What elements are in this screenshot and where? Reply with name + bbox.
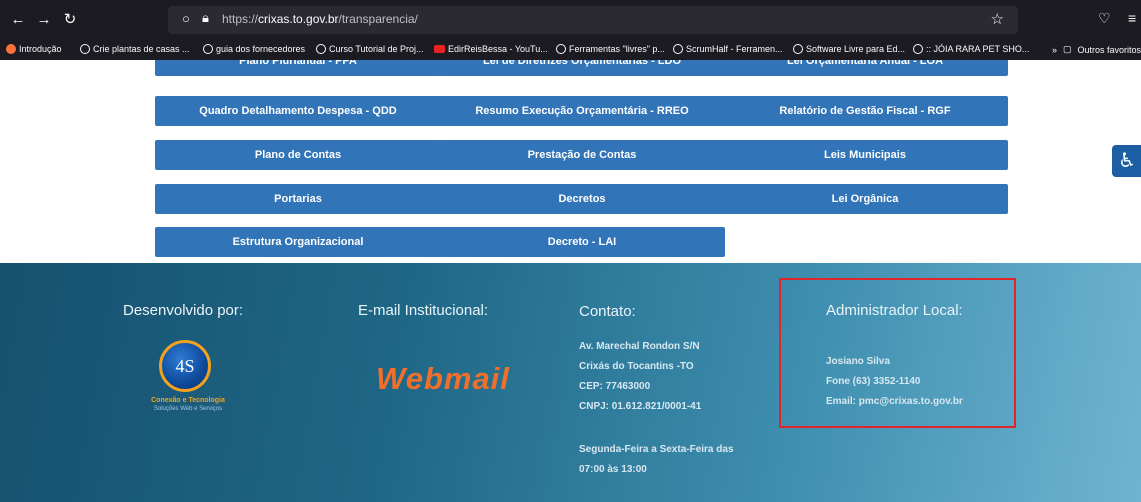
menu-icon[interactable]: ≡ bbox=[1128, 10, 1136, 26]
btn-qdd[interactable]: Quadro Detalhamento Despesa - QDD bbox=[155, 96, 441, 126]
bookmarks-bar: Introdução Crie plantas de casas ... gui… bbox=[0, 40, 1141, 60]
contact-address: Av. Marechal Rondon S/N bbox=[579, 341, 700, 352]
webmail-link[interactable]: Webmail bbox=[376, 361, 510, 397]
chevron-right-icon[interactable]: » bbox=[1052, 45, 1057, 55]
btn-lei-organica[interactable]: Lei Orgânica bbox=[722, 184, 1008, 214]
admin-email[interactable]: Email: pmc@crixas.to.gov.br bbox=[826, 392, 963, 412]
btn-ppa[interactable]: Plano Plurianual - PPA bbox=[155, 60, 441, 76]
youtube-icon bbox=[434, 45, 445, 53]
pocket-icon[interactable]: ♡ bbox=[1098, 10, 1111, 27]
globe-icon bbox=[556, 44, 566, 54]
btn-ldo[interactable]: Lei de Diretrizes Orçamentárias - LDO bbox=[439, 60, 725, 76]
page-content: Plano Plurianual - PPA Lei de Diretrizes… bbox=[0, 60, 1141, 263]
btn-decreto-lai[interactable]: Decreto - LAI bbox=[439, 227, 725, 257]
email-title: E-mail Institucional: bbox=[358, 302, 489, 319]
accessibility-icon[interactable]: ♿︎ bbox=[1112, 145, 1141, 177]
admin-name: Josiano Silva bbox=[826, 356, 890, 367]
lock-icon[interactable]: 🔒︎ bbox=[202, 10, 209, 26]
forward-icon[interactable]: → bbox=[34, 10, 54, 30]
contact-city: Crixás do Tocantins -TO bbox=[579, 361, 694, 372]
bookmark-star-icon[interactable]: ☆ bbox=[991, 10, 1004, 28]
btn-plano-contas[interactable]: Plano de Contas bbox=[155, 140, 441, 170]
bookmark-item[interactable]: Software Livre para Ed... bbox=[793, 44, 905, 54]
4s-logo[interactable]: 4S bbox=[159, 340, 211, 392]
bookmark-item[interactable]: ScrumHalf - Ferramen... bbox=[673, 44, 783, 54]
btn-rgf[interactable]: Relatório de Gestão Fiscal - RGF bbox=[722, 96, 1008, 126]
globe-icon bbox=[673, 44, 683, 54]
globe-icon bbox=[316, 44, 326, 54]
folder-icon: ▢ bbox=[1062, 44, 1072, 54]
dev-title: Desenvolvido por: bbox=[123, 302, 244, 319]
logo-name: Conexão e Tecnologia bbox=[151, 397, 225, 404]
bookmark-item[interactable]: guia dos fornecedores bbox=[203, 44, 305, 54]
back-icon[interactable]: ← bbox=[8, 10, 28, 30]
footer: Desenvolvido por: 4S Conexão e Tecnologi… bbox=[0, 263, 1141, 502]
office-hours: Segunda-Feira a Sexta-Feira das 07:00 às… bbox=[579, 440, 734, 480]
contact-cep: CEP: 77463000 bbox=[579, 381, 651, 392]
btn-rreo[interactable]: Resumo Execução Orçamentária - RREO bbox=[439, 96, 725, 126]
contact-info: Av. Marechal Rondon S/N Crixás do Tocant… bbox=[579, 337, 701, 417]
bookmark-item[interactable]: Introdução bbox=[6, 44, 62, 54]
admin-phone: Fone (63) 3352-1140 bbox=[826, 376, 921, 387]
bookmarks-overflow[interactable]: » ▢ Outros favoritos bbox=[1052, 44, 1141, 55]
bookmark-item[interactable]: Ferramentas "livres" p... bbox=[556, 44, 665, 54]
globe-icon bbox=[203, 44, 213, 54]
contact-title: Contato: bbox=[579, 303, 636, 320]
globe-icon bbox=[913, 44, 923, 54]
firefox-icon bbox=[6, 44, 16, 54]
btn-prestacao-contas[interactable]: Prestação de Contas bbox=[439, 140, 725, 170]
other-bookmarks[interactable]: Outros favoritos bbox=[1077, 45, 1141, 55]
btn-loa[interactable]: Lei Orçamentária Anual - LOA bbox=[722, 60, 1008, 76]
btn-portarias[interactable]: Portarias bbox=[155, 184, 441, 214]
address-bar[interactable]: ○ 🔒︎ https://crixas.to.gov.br/transparen… bbox=[168, 6, 1018, 34]
bookmark-item[interactable]: :: JÓIA RARA PET SHO... bbox=[913, 44, 1029, 54]
contact-cnpj: CNPJ: 01.612.821/0001-41 bbox=[579, 401, 702, 412]
globe-icon bbox=[80, 44, 90, 54]
globe-icon bbox=[793, 44, 803, 54]
btn-decretos[interactable]: Decretos bbox=[439, 184, 725, 214]
bookmark-item[interactable]: EdirReisBessa - YouTu... bbox=[434, 44, 548, 54]
bookmark-item[interactable]: Curso Tutorial de Proj... bbox=[316, 44, 424, 54]
logo-subtitle: Soluções Web e Serviços bbox=[153, 406, 223, 412]
tracking-shield-icon[interactable]: ○ bbox=[182, 11, 190, 26]
admin-title: Administrador Local: bbox=[826, 302, 963, 319]
browser-toolbar: ← → ↻ ○ 🔒︎ https://crixas.to.gov.br/tran… bbox=[0, 0, 1141, 40]
url-text[interactable]: https://crixas.to.gov.br/transparencia/ bbox=[222, 12, 418, 26]
reload-icon[interactable]: ↻ bbox=[60, 10, 80, 30]
bookmark-item[interactable]: Crie plantas de casas ... bbox=[80, 44, 190, 54]
btn-leis-municipais[interactable]: Leis Municipais bbox=[722, 140, 1008, 170]
hours-time: 07:00 às 13:00 bbox=[579, 464, 647, 475]
admin-info: Josiano Silva Fone (63) 3352-1140 Email:… bbox=[826, 352, 963, 412]
hours-days: Segunda-Feira a Sexta-Feira das bbox=[579, 444, 734, 455]
btn-estrutura[interactable]: Estrutura Organizacional bbox=[155, 227, 441, 257]
